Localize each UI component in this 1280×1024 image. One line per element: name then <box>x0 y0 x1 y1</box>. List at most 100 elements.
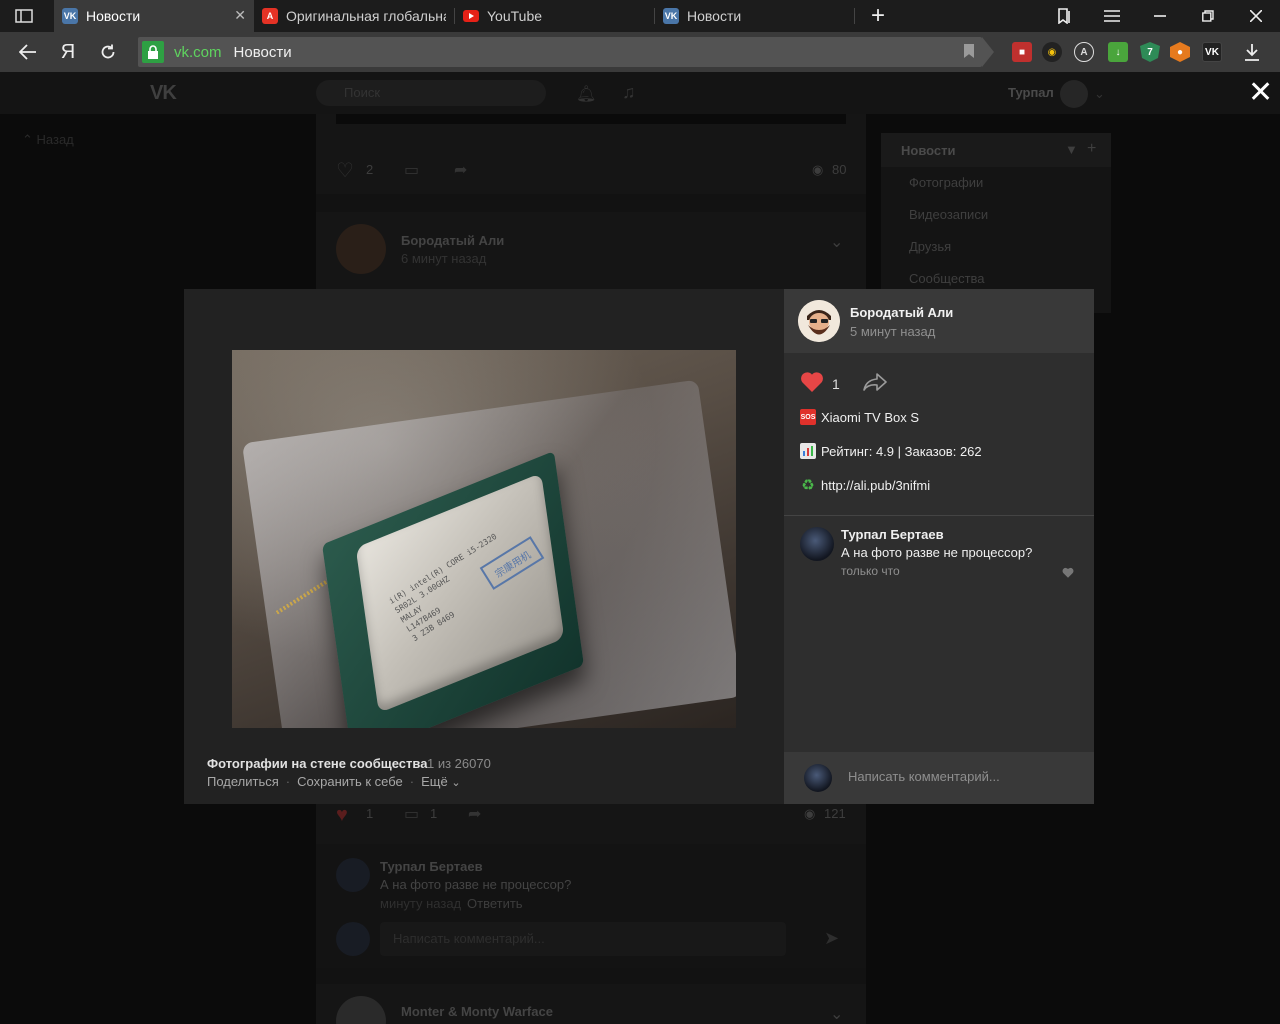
tab-vk-news-active[interactable]: VK Новости ✕ <box>54 0 254 32</box>
address-page-title: Новости <box>233 43 292 61</box>
post-text: Xiaomi TV Box S <box>821 409 920 425</box>
downloads-icon[interactable] <box>1240 40 1264 64</box>
chevron-down-icon[interactable]: ⌄ <box>830 232 843 252</box>
author-avatar[interactable] <box>336 996 386 1024</box>
post-time[interactable]: 5 минут назад <box>850 324 935 339</box>
vk-logo[interactable]: VK <box>150 82 177 105</box>
views-count: 80 <box>832 162 847 177</box>
extension-download-badge-icon[interactable]: ↓ <box>1108 42 1128 62</box>
menu-item-news[interactable]: Новости <box>901 143 956 158</box>
close-viewer-icon[interactable]: ✕ <box>1248 78 1273 108</box>
youtube-icon <box>463 8 479 24</box>
heart-outline-icon[interactable]: ♡ <box>336 158 354 183</box>
photo-sidebar: Бородатый Али 5 минут назад 1 SOS Xiaomi… <box>784 289 1094 804</box>
menu-item-photos[interactable]: Фотографии <box>909 175 983 190</box>
comment-icon[interactable]: ▭ <box>404 804 419 824</box>
menu-item-communities[interactable]: Сообщества <box>909 271 985 286</box>
back-arrow-icon[interactable] <box>16 40 40 64</box>
bookmark-icon[interactable] <box>964 44 974 58</box>
notifications-bell-icon[interactable]: 🔔︎ <box>576 84 596 104</box>
feed-post-top: ♡ 2 ▭ ➦ ◉ 80 <box>316 114 866 194</box>
feed-post-2: Бородатый Али 6 минут назад ⌄ <box>316 212 866 292</box>
chevron-down-icon[interactable]: ⌄ <box>1094 86 1105 102</box>
comment-author[interactable]: Турпал Бертаев <box>380 859 483 874</box>
tab-vk-news[interactable]: VK Новости <box>655 0 855 32</box>
comment-icon[interactable]: ▭ <box>404 160 419 180</box>
heart-filled-icon[interactable]: ♥ <box>336 804 348 827</box>
like-count: 2 <box>366 162 374 177</box>
sos-emoji-icon: SOS <box>800 409 816 425</box>
tab-aliexpress[interactable]: A Оригинальная глобальная <box>254 0 454 32</box>
extension-shield-icon[interactable]: 7 <box>1140 42 1160 62</box>
tab-title: Новости <box>86 8 141 24</box>
comment-like-icon[interactable] <box>1062 565 1074 583</box>
reload-icon[interactable] <box>96 40 120 64</box>
comment-input[interactable]: Написать комментарий... <box>848 769 1000 784</box>
share-link[interactable]: Поделиться <box>207 774 279 789</box>
chevron-down-icon: ⌄ <box>451 777 461 789</box>
close-window-icon[interactable] <box>1232 0 1280 32</box>
comment-time[interactable]: только что <box>841 564 900 578</box>
author-avatar[interactable] <box>336 224 386 274</box>
comment-placeholder: Написать комментарий... <box>393 931 545 946</box>
extension-hex-icon[interactable]: ● <box>1170 42 1190 62</box>
share-arrow-icon[interactable]: ➦ <box>454 160 467 180</box>
more-link[interactable]: Ещё ⌄ <box>421 774 460 789</box>
tab-title: Оригинальная глобальная <box>286 8 446 24</box>
menu-icon[interactable] <box>1088 0 1136 32</box>
post-time[interactable]: 6 минут назад <box>401 251 486 266</box>
like-count: 1 <box>366 806 374 821</box>
commenter-avatar[interactable] <box>800 527 834 561</box>
post-author[interactable]: Monter & Monty Warface <box>401 1004 553 1019</box>
plus-icon[interactable]: + <box>1087 140 1096 158</box>
minimize-icon[interactable] <box>1136 0 1184 32</box>
address-bar[interactable]: vk.com Новости <box>138 37 982 67</box>
aliexpress-icon: A <box>262 8 278 24</box>
vk-user-name[interactable]: Турпал <box>1008 85 1054 100</box>
music-note-icon[interactable]: ♫ <box>622 82 636 103</box>
author-name[interactable]: Бородатый Али <box>850 305 953 320</box>
post-text: Рейтинг: 4.9 | Заказов: 262 <box>821 443 982 459</box>
feed-post-3: Monter & Monty Warface ⌄ <box>316 984 866 1024</box>
close-tab-icon[interactable]: ✕ <box>234 7 246 24</box>
vk-back-link[interactable]: ⌃ Назад <box>22 132 74 148</box>
tab-youtube[interactable]: YouTube <box>455 0 655 32</box>
share-arrow-icon[interactable]: ➦ <box>468 804 481 824</box>
vk-search-input[interactable]: Поиск <box>316 80 546 106</box>
separator-dot: · <box>285 774 291 789</box>
filter-icon[interactable]: ▼ <box>1065 142 1078 157</box>
comment-input[interactable]: Написать комментарий... <box>380 922 786 956</box>
sidebar-toggle-icon[interactable] <box>0 0 48 32</box>
vk-user-avatar[interactable] <box>1060 80 1088 108</box>
divider <box>784 515 1094 516</box>
new-tab-button[interactable]: + <box>854 0 902 32</box>
extension-vk-icon[interactable]: VK <box>1202 42 1222 62</box>
photo-viewer: i(R) intel(R) CORE i5-2320 SR02L 3.00GHZ… <box>184 289 1094 804</box>
reply-link[interactable]: Ответить <box>467 896 523 911</box>
lock-icon <box>142 41 164 63</box>
feed-comments: Турпал Бертаев А на фото разве не процес… <box>316 844 866 968</box>
share-arrow-icon[interactable] <box>862 372 888 397</box>
extension-a-icon[interactable]: A <box>1074 42 1094 62</box>
save-link[interactable]: Сохранить к себе <box>297 774 403 789</box>
menu-item-videos[interactable]: Видеозаписи <box>909 207 988 222</box>
commenter-avatar[interactable] <box>336 858 370 892</box>
post-author[interactable]: Бородатый Али <box>401 233 504 248</box>
chevron-down-icon[interactable]: ⌄ <box>830 1004 843 1024</box>
album-title[interactable]: Фотографии на стене сообщества <box>207 756 427 771</box>
photo-actions: Поделиться · Сохранить к себе · Ещё ⌄ <box>207 774 461 789</box>
bookmarks-icon[interactable] <box>1040 0 1088 32</box>
like-button[interactable]: 1 <box>800 371 840 397</box>
yandex-icon[interactable]: Я <box>56 40 80 64</box>
comment-author[interactable]: Турпал Бертаев <box>841 527 944 542</box>
menu-item-friends[interactable]: Друзья <box>909 239 951 254</box>
send-icon[interactable]: ➤ <box>824 928 839 949</box>
extension-red-icon[interactable]: ■ <box>1012 42 1032 62</box>
post-link[interactable]: http://ali.pub/3nifmi <box>821 478 930 493</box>
photo-image[interactable]: i(R) intel(R) CORE i5-2320 SR02L 3.00GHZ… <box>232 350 736 728</box>
omnibox-arrow <box>982 37 994 67</box>
author-avatar[interactable] <box>798 300 840 342</box>
restore-icon[interactable] <box>1184 0 1232 32</box>
vk-icon: VK <box>62 8 78 24</box>
extension-glasses-icon[interactable]: ◉ <box>1042 42 1062 62</box>
